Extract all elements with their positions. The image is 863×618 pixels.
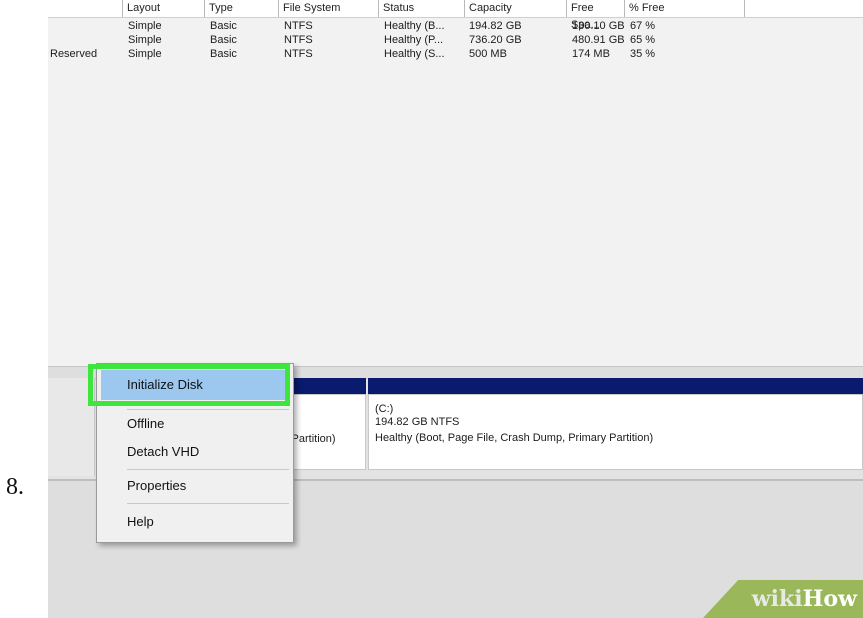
- column-free-space[interactable]: Free Spa...: [566, 0, 624, 31]
- cell-percent-free: 65 %: [630, 34, 656, 46]
- cell-status: Healthy (S...: [384, 48, 445, 60]
- menu-item-detach-vhd[interactable]: Detach VHD: [127, 444, 199, 460]
- cell-type: Basic: [210, 34, 237, 46]
- menu-separator: [127, 503, 289, 504]
- watermark-text: wikiHow: [751, 586, 857, 612]
- cell-type: Basic: [210, 48, 237, 60]
- cell-percent-free: 67 %: [630, 20, 656, 32]
- cell-layout: Simple: [128, 34, 162, 46]
- cell-status: Healthy (P...: [384, 34, 444, 46]
- disk-management-window: Layout Type File System Status Capacity …: [48, 0, 863, 618]
- partition-header-bar: [286, 378, 366, 394]
- volume-row[interactable]: Simple Basic NTFS Healthy (P... 736.20 G…: [48, 34, 863, 47]
- cell-capacity: 736.20 GB: [469, 34, 522, 46]
- step-number: 8.: [6, 474, 24, 500]
- volume-c-name: (C:): [375, 403, 394, 415]
- volume-row[interactable]: Simple Basic NTFS Healthy (B... 194.82 G…: [48, 20, 863, 33]
- cell-free-space: 130.10 GB: [572, 20, 625, 32]
- cell-file-system: NTFS: [284, 48, 313, 60]
- menu-separator: [127, 409, 289, 410]
- column-file-system[interactable]: File System: [278, 0, 378, 17]
- column-capacity[interactable]: Capacity: [464, 0, 566, 17]
- menu-item-properties[interactable]: Properties: [127, 478, 186, 494]
- column-layout[interactable]: Layout: [122, 0, 204, 17]
- column-percent-free[interactable]: % Free: [624, 0, 744, 17]
- volume-c-size: 194.82 GB NTFS: [375, 416, 460, 428]
- column-empty: [744, 0, 863, 17]
- menu-separator: [127, 469, 289, 470]
- cell-capacity: 500 MB: [469, 48, 507, 60]
- volume-c-header-bar: [368, 378, 863, 394]
- cell-capacity: 194.82 GB: [469, 20, 522, 32]
- wikihow-watermark: wikiHow: [703, 580, 863, 618]
- volume-row[interactable]: Reserved Simple Basic NTFS Healthy (S...…: [48, 48, 863, 61]
- cell-type: Basic: [210, 20, 237, 32]
- volume-c-box[interactable]: (C:) 194.82 GB NTFS Healthy (Boot, Page …: [368, 394, 863, 470]
- partition-box[interactable]: y Partition): [283, 394, 366, 470]
- column-header-row: Layout Type File System Status Capacity …: [48, 0, 863, 31]
- menu-item-help[interactable]: Help: [127, 514, 154, 530]
- cell-file-system: NTFS: [284, 20, 313, 32]
- volume-c-status: Healthy (Boot, Page File, Crash Dump, Pr…: [375, 432, 654, 444]
- volume-list[interactable]: Layout Type File System Status Capacity …: [48, 0, 863, 366]
- cell-layout: Simple: [128, 48, 162, 60]
- cell-volume: Reserved: [50, 48, 98, 60]
- column-type[interactable]: Type: [204, 0, 278, 17]
- cell-free-space: 480.91 GB: [572, 34, 625, 46]
- cell-file-system: NTFS: [284, 34, 313, 46]
- highlight-box: [88, 364, 290, 406]
- cell-status: Healthy (B...: [384, 20, 445, 32]
- cell-layout: Simple: [128, 20, 162, 32]
- menu-item-offline[interactable]: Offline: [127, 416, 164, 432]
- cell-percent-free: 35 %: [630, 48, 656, 60]
- cell-free-space: 174 MB: [572, 48, 610, 60]
- column-status[interactable]: Status: [378, 0, 464, 17]
